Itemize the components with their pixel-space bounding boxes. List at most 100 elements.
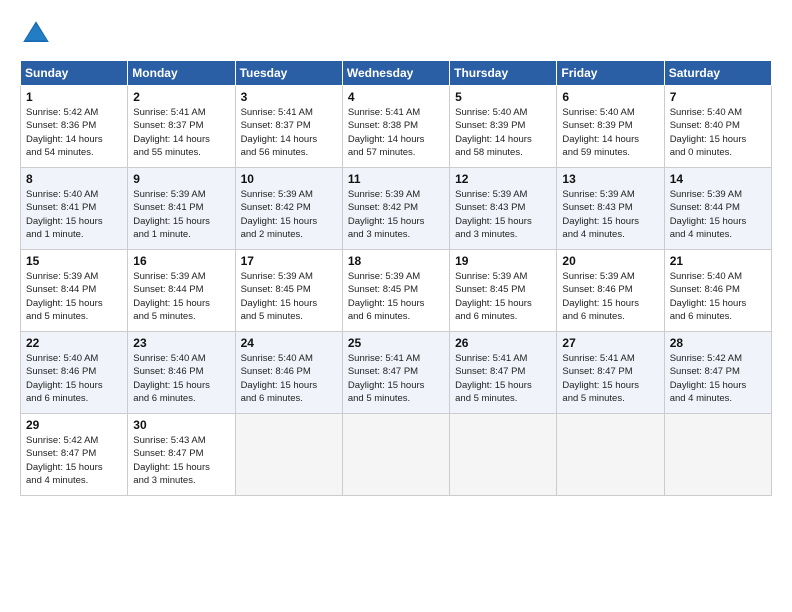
day-info: Sunrise: 5:40 AM Sunset: 8:46 PM Dayligh… [133, 352, 229, 405]
day-number: 26 [455, 336, 551, 350]
day-info: Sunrise: 5:42 AM Sunset: 8:47 PM Dayligh… [26, 434, 122, 487]
calendar-cell: 17Sunrise: 5:39 AM Sunset: 8:45 PM Dayli… [235, 250, 342, 332]
day-number: 9 [133, 172, 229, 186]
day-number: 3 [241, 90, 337, 104]
day-number: 22 [26, 336, 122, 350]
weekday-header-saturday: Saturday [664, 61, 771, 86]
day-number: 28 [670, 336, 766, 350]
calendar-cell [664, 414, 771, 496]
page: SundayMondayTuesdayWednesdayThursdayFrid… [0, 0, 792, 612]
calendar-cell: 30Sunrise: 5:43 AM Sunset: 8:47 PM Dayli… [128, 414, 235, 496]
calendar-cell: 7 Sunrise: 5:40 AM Sunset: 8:40 PM Daylig… [664, 86, 771, 168]
logo-icon [20, 18, 52, 50]
day-info: Sunrise: 5:39 AM Sunset: 8:43 PM Dayligh… [562, 188, 658, 241]
day-info: Sunrise: 5:40 AM Sunset: 8:46 PM Dayligh… [26, 352, 122, 405]
week-row-4: 22 Sunrise: 5:40 AM Sunset: 8:46 PM Dayli… [21, 332, 772, 414]
calendar-cell: 4Sunrise: 5:41 AM Sunset: 8:38 PM Daylig… [342, 86, 449, 168]
calendar-cell: 23 Sunrise: 5:40 AM Sunset: 8:46 PM Dayli… [128, 332, 235, 414]
calendar-cell: 19 Sunrise: 5:39 AM Sunset: 8:45 PM Dayli… [450, 250, 557, 332]
day-info: Sunrise: 5:41 AM Sunset: 8:47 PM Dayligh… [455, 352, 551, 405]
day-number: 6 [562, 90, 658, 104]
calendar-cell: 14 Sunrise: 5:39 AM Sunset: 8:44 PM Dayli… [664, 168, 771, 250]
weekday-header-wednesday: Wednesday [342, 61, 449, 86]
calendar-cell [235, 414, 342, 496]
day-info: Sunrise: 5:40 AM Sunset: 8:41 PM Dayligh… [26, 188, 122, 241]
day-number: 16 [133, 254, 229, 268]
day-info: Sunrise: 5:39 AM Sunset: 8:45 PM Dayligh… [455, 270, 551, 323]
logo [20, 18, 56, 50]
weekday-header-monday: Monday [128, 61, 235, 86]
calendar-cell: 11Sunrise: 5:39 AM Sunset: 8:42 PM Dayli… [342, 168, 449, 250]
day-info: Sunrise: 5:39 AM Sunset: 8:45 PM Dayligh… [241, 270, 337, 323]
day-info: Sunrise: 5:39 AM Sunset: 8:45 PM Dayligh… [348, 270, 444, 323]
calendar-cell [557, 414, 664, 496]
day-info: Sunrise: 5:42 AM Sunset: 8:36 PM Dayligh… [26, 106, 122, 159]
weekday-header-row: SundayMondayTuesdayWednesdayThursdayFrid… [21, 61, 772, 86]
calendar-cell: 25 Sunrise: 5:41 AM Sunset: 8:47 PM Dayli… [342, 332, 449, 414]
calendar-cell: 22 Sunrise: 5:40 AM Sunset: 8:46 PM Dayli… [21, 332, 128, 414]
calendar-cell: 1 Sunrise: 5:42 AM Sunset: 8:36 PM Daylig… [21, 86, 128, 168]
calendar-cell: 6 Sunrise: 5:40 AM Sunset: 8:39 PM Daylig… [557, 86, 664, 168]
day-number: 25 [348, 336, 444, 350]
day-info: Sunrise: 5:41 AM Sunset: 8:37 PM Dayligh… [241, 106, 337, 159]
day-info: Sunrise: 5:40 AM Sunset: 8:39 PM Dayligh… [562, 106, 658, 159]
calendar-cell: 5Sunrise: 5:40 AM Sunset: 8:39 PM Daylig… [450, 86, 557, 168]
day-info: Sunrise: 5:39 AM Sunset: 8:42 PM Dayligh… [241, 188, 337, 241]
calendar-cell: 8 Sunrise: 5:40 AM Sunset: 8:41 PM Daylig… [21, 168, 128, 250]
calendar-cell: 27Sunrise: 5:41 AM Sunset: 8:47 PM Dayli… [557, 332, 664, 414]
day-number: 21 [670, 254, 766, 268]
week-row-2: 8 Sunrise: 5:40 AM Sunset: 8:41 PM Daylig… [21, 168, 772, 250]
day-info: Sunrise: 5:40 AM Sunset: 8:40 PM Dayligh… [670, 106, 766, 159]
calendar-cell: 28 Sunrise: 5:42 AM Sunset: 8:47 PM Dayli… [664, 332, 771, 414]
day-info: Sunrise: 5:41 AM Sunset: 8:47 PM Dayligh… [348, 352, 444, 405]
day-info: Sunrise: 5:40 AM Sunset: 8:46 PM Dayligh… [241, 352, 337, 405]
day-number: 10 [241, 172, 337, 186]
day-number: 2 [133, 90, 229, 104]
calendar-cell: 2 Sunrise: 5:41 AM Sunset: 8:37 PM Daylig… [128, 86, 235, 168]
day-number: 19 [455, 254, 551, 268]
day-info: Sunrise: 5:41 AM Sunset: 8:37 PM Dayligh… [133, 106, 229, 159]
week-row-1: 1 Sunrise: 5:42 AM Sunset: 8:36 PM Daylig… [21, 86, 772, 168]
day-number: 23 [133, 336, 229, 350]
day-info: Sunrise: 5:39 AM Sunset: 8:43 PM Dayligh… [455, 188, 551, 241]
calendar-cell: 16 Sunrise: 5:39 AM Sunset: 8:44 PM Dayli… [128, 250, 235, 332]
day-number: 20 [562, 254, 658, 268]
calendar-cell [342, 414, 449, 496]
calendar-cell: 21Sunrise: 5:40 AM Sunset: 8:46 PM Dayli… [664, 250, 771, 332]
day-number: 15 [26, 254, 122, 268]
day-number: 1 [26, 90, 122, 104]
calendar-cell [450, 414, 557, 496]
day-info: Sunrise: 5:39 AM Sunset: 8:46 PM Dayligh… [562, 270, 658, 323]
calendar-table: SundayMondayTuesdayWednesdayThursdayFrid… [20, 60, 772, 496]
day-number: 24 [241, 336, 337, 350]
day-info: Sunrise: 5:39 AM Sunset: 8:44 PM Dayligh… [133, 270, 229, 323]
day-number: 14 [670, 172, 766, 186]
calendar-cell: 12 Sunrise: 5:39 AM Sunset: 8:43 PM Dayli… [450, 168, 557, 250]
weekday-header-sunday: Sunday [21, 61, 128, 86]
day-info: Sunrise: 5:39 AM Sunset: 8:44 PM Dayligh… [26, 270, 122, 323]
day-number: 5 [455, 90, 551, 104]
day-info: Sunrise: 5:39 AM Sunset: 8:42 PM Dayligh… [348, 188, 444, 241]
weekday-header-friday: Friday [557, 61, 664, 86]
day-number: 18 [348, 254, 444, 268]
calendar-cell: 26 Sunrise: 5:41 AM Sunset: 8:47 PM Dayli… [450, 332, 557, 414]
day-number: 27 [562, 336, 658, 350]
weekday-header-thursday: Thursday [450, 61, 557, 86]
day-info: Sunrise: 5:39 AM Sunset: 8:44 PM Dayligh… [670, 188, 766, 241]
day-info: Sunrise: 5:42 AM Sunset: 8:47 PM Dayligh… [670, 352, 766, 405]
calendar-cell: 13 Sunrise: 5:39 AM Sunset: 8:43 PM Dayli… [557, 168, 664, 250]
weekday-header-tuesday: Tuesday [235, 61, 342, 86]
day-info: Sunrise: 5:41 AM Sunset: 8:38 PM Dayligh… [348, 106, 444, 159]
header [20, 18, 772, 50]
day-info: Sunrise: 5:39 AM Sunset: 8:41 PM Dayligh… [133, 188, 229, 241]
day-number: 12 [455, 172, 551, 186]
week-row-3: 15 Sunrise: 5:39 AM Sunset: 8:44 PM Dayli… [21, 250, 772, 332]
day-number: 13 [562, 172, 658, 186]
day-number: 7 [670, 90, 766, 104]
week-row-5: 29 Sunrise: 5:42 AM Sunset: 8:47 PM Dayli… [21, 414, 772, 496]
day-number: 8 [26, 172, 122, 186]
day-number: 29 [26, 418, 122, 432]
calendar-cell: 10 Sunrise: 5:39 AM Sunset: 8:42 PM Dayli… [235, 168, 342, 250]
calendar-cell: 29 Sunrise: 5:42 AM Sunset: 8:47 PM Dayli… [21, 414, 128, 496]
day-number: 30 [133, 418, 229, 432]
